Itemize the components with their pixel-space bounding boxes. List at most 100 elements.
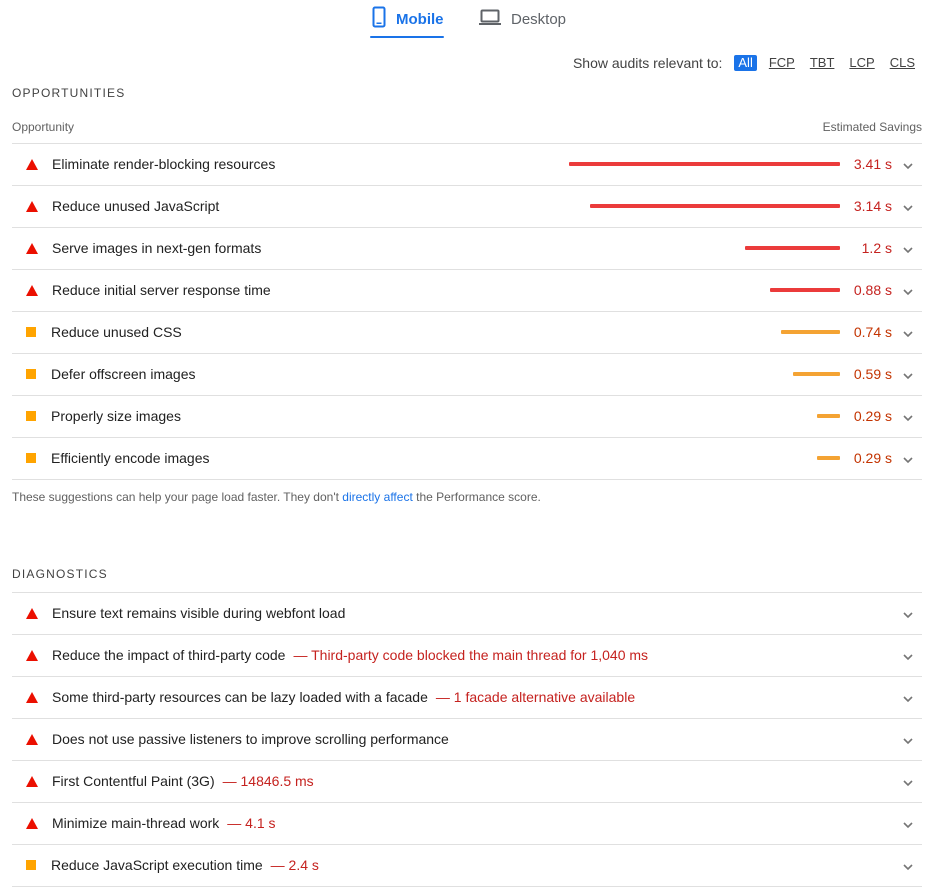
diagnostic-title-text: Does not use passive listeners to improv… [52,731,449,747]
chevron-down-icon[interactable] [902,818,914,830]
savings-bar [793,372,840,376]
filter-chip-all[interactable]: All [734,55,757,71]
phone-icon [372,6,386,32]
diagnostic-title-text: Reduce the impact of third-party code [52,647,286,663]
chevron-down-icon[interactable] [902,201,914,213]
opportunity-row[interactable]: Eliminate render-blocking resources 3.41 … [12,144,922,186]
chevron-down-icon[interactable] [902,453,914,465]
tab-mobile-label: Mobile [396,10,444,28]
savings-bar [745,246,840,250]
opportunities-footnote: These suggestions can help your page loa… [12,490,541,504]
chevron-down-icon[interactable] [902,608,914,620]
filter-chip-lcp[interactable]: LCP [846,55,877,71]
savings-value: 0.29 s [853,408,892,424]
opportunity-column-header: Opportunity [12,120,75,134]
diagnostic-title-text: Ensure text remains visible during webfo… [52,605,346,621]
fail-triangle-icon [26,692,38,703]
opportunity-row[interactable]: Reduce initial server response time 0.88 … [12,270,922,312]
savings-bar [817,456,840,460]
chevron-down-icon[interactable] [902,411,914,423]
diagnostic-row[interactable]: Ensure text remains visible during webfo… [12,593,922,635]
diagnostic-display-value: — 1 facade alternative available [435,689,636,705]
chevron-down-icon[interactable] [902,860,914,872]
fail-triangle-icon [26,285,38,296]
diagnostic-title: Reduce JavaScript execution time — 2.4 s [51,857,319,873]
diagnostic-display-value: — Third-party code blocked the main thre… [293,647,649,663]
diagnostic-row[interactable]: First Contentful Paint (3G) — 14846.5 ms [12,761,922,803]
opportunity-row[interactable]: Reduce unused CSS 0.74 s [12,312,922,354]
savings-value: 3.41 s [853,156,892,172]
diagnostic-title-text: First Contentful Paint (3G) [52,773,215,789]
opportunity-title: Efficiently encode images [51,450,210,466]
filter-chip-tbt[interactable]: TBT [807,55,838,71]
savings-column-header: Estimated Savings [822,120,922,134]
opportunity-title-text: Efficiently encode images [51,450,210,466]
opportunity-title-text: Properly size images [51,408,181,424]
chevron-down-icon[interactable] [902,650,914,662]
chevron-down-icon[interactable] [902,327,914,339]
savings-value: 0.59 s [853,366,892,382]
diagnostic-row[interactable]: Some third-party resources can be lazy l… [12,677,922,719]
diagnostic-display-value: — 4.1 s [227,815,276,831]
fail-triangle-icon [26,734,38,745]
savings-value: 1.2 s [861,240,892,256]
diagnostic-row[interactable]: Reduce JavaScript execution time — 2.4 s [12,845,922,887]
footnote-text-end: the Performance score. [412,490,541,504]
opportunity-title-text: Eliminate render-blocking resources [52,156,276,172]
savings-bar [817,414,840,418]
fail-triangle-icon [26,243,38,254]
footnote-text-start: These suggestions can help your page loa… [12,490,343,504]
diagnostic-title: Does not use passive listeners to improv… [52,731,449,747]
chevron-down-icon[interactable] [902,243,914,255]
tab-mobile[interactable]: Mobile [370,0,444,38]
chevron-down-icon[interactable] [902,692,914,704]
diagnostic-display-value: — 2.4 s [270,857,319,873]
filter-chip-cls[interactable]: CLS [887,55,918,71]
opportunity-title: Defer offscreen images [51,366,195,382]
diagnostics-heading: DIAGNOSTICS [12,567,108,581]
diagnostic-row[interactable]: Minimize main-thread work — 4.1 s [12,803,922,845]
average-square-icon [26,453,36,463]
tab-desktop[interactable]: Desktop [479,0,566,38]
directly-affect-link[interactable]: directly affect [342,490,412,504]
savings-bar [590,204,840,208]
opportunity-title-text: Reduce unused JavaScript [52,198,220,214]
savings-value: 3.14 s [853,198,892,214]
opportunity-title-text: Reduce unused CSS [51,324,182,340]
savings-value: 0.88 s [853,282,892,298]
opportunity-title-text: Reduce initial server response time [52,282,271,298]
filter-label: Show audits relevant to: [572,55,723,71]
diagnostic-title: Ensure text remains visible during webfo… [52,605,345,621]
diagnostic-title: Some third-party resources can be lazy l… [52,689,635,705]
savings-value: 0.74 s [853,324,892,340]
opportunity-title: Serve images in next-gen formats [52,240,261,256]
opportunity-title: Reduce unused CSS [51,324,182,340]
diagnostic-title-text: Reduce JavaScript execution time [51,857,263,873]
opportunity-row[interactable]: Efficiently encode images 0.29 s [12,438,922,480]
opportunities-heading: OPPORTUNITIES [12,86,126,100]
opportunity-title: Eliminate render-blocking resources [52,156,275,172]
savings-value: 0.29 s [853,450,892,466]
average-square-icon [26,860,36,870]
opportunity-row[interactable]: Serve images in next-gen formats 1.2 s [12,228,922,270]
average-square-icon [26,327,36,337]
filter-chip-fcp[interactable]: FCP [766,55,798,71]
laptop-icon [479,8,501,30]
opportunity-row[interactable]: Properly size images 0.29 s [12,396,922,438]
chevron-down-icon[interactable] [902,734,914,746]
device-tabs: Mobile Desktop [0,0,942,40]
opportunity-row[interactable]: Reduce unused JavaScript 3.14 s [12,186,922,228]
chevron-down-icon[interactable] [902,159,914,171]
diagnostic-title: Minimize main-thread work — 4.1 s [52,815,276,831]
diagnostic-row[interactable]: Reduce the impact of third-party code — T… [12,635,922,677]
chevron-down-icon[interactable] [902,776,914,788]
fail-triangle-icon [26,776,38,787]
savings-bar [770,288,840,292]
chevron-down-icon[interactable] [902,369,914,381]
opportunity-title-text: Defer offscreen images [51,366,196,382]
opportunity-row[interactable]: Defer offscreen images 0.59 s [12,354,922,396]
chevron-down-icon[interactable] [902,285,914,297]
diagnostic-title-text: Minimize main-thread work [52,815,220,831]
diagnostic-row[interactable]: Does not use passive listeners to improv… [12,719,922,761]
opportunity-title-text: Serve images in next-gen formats [52,240,262,256]
